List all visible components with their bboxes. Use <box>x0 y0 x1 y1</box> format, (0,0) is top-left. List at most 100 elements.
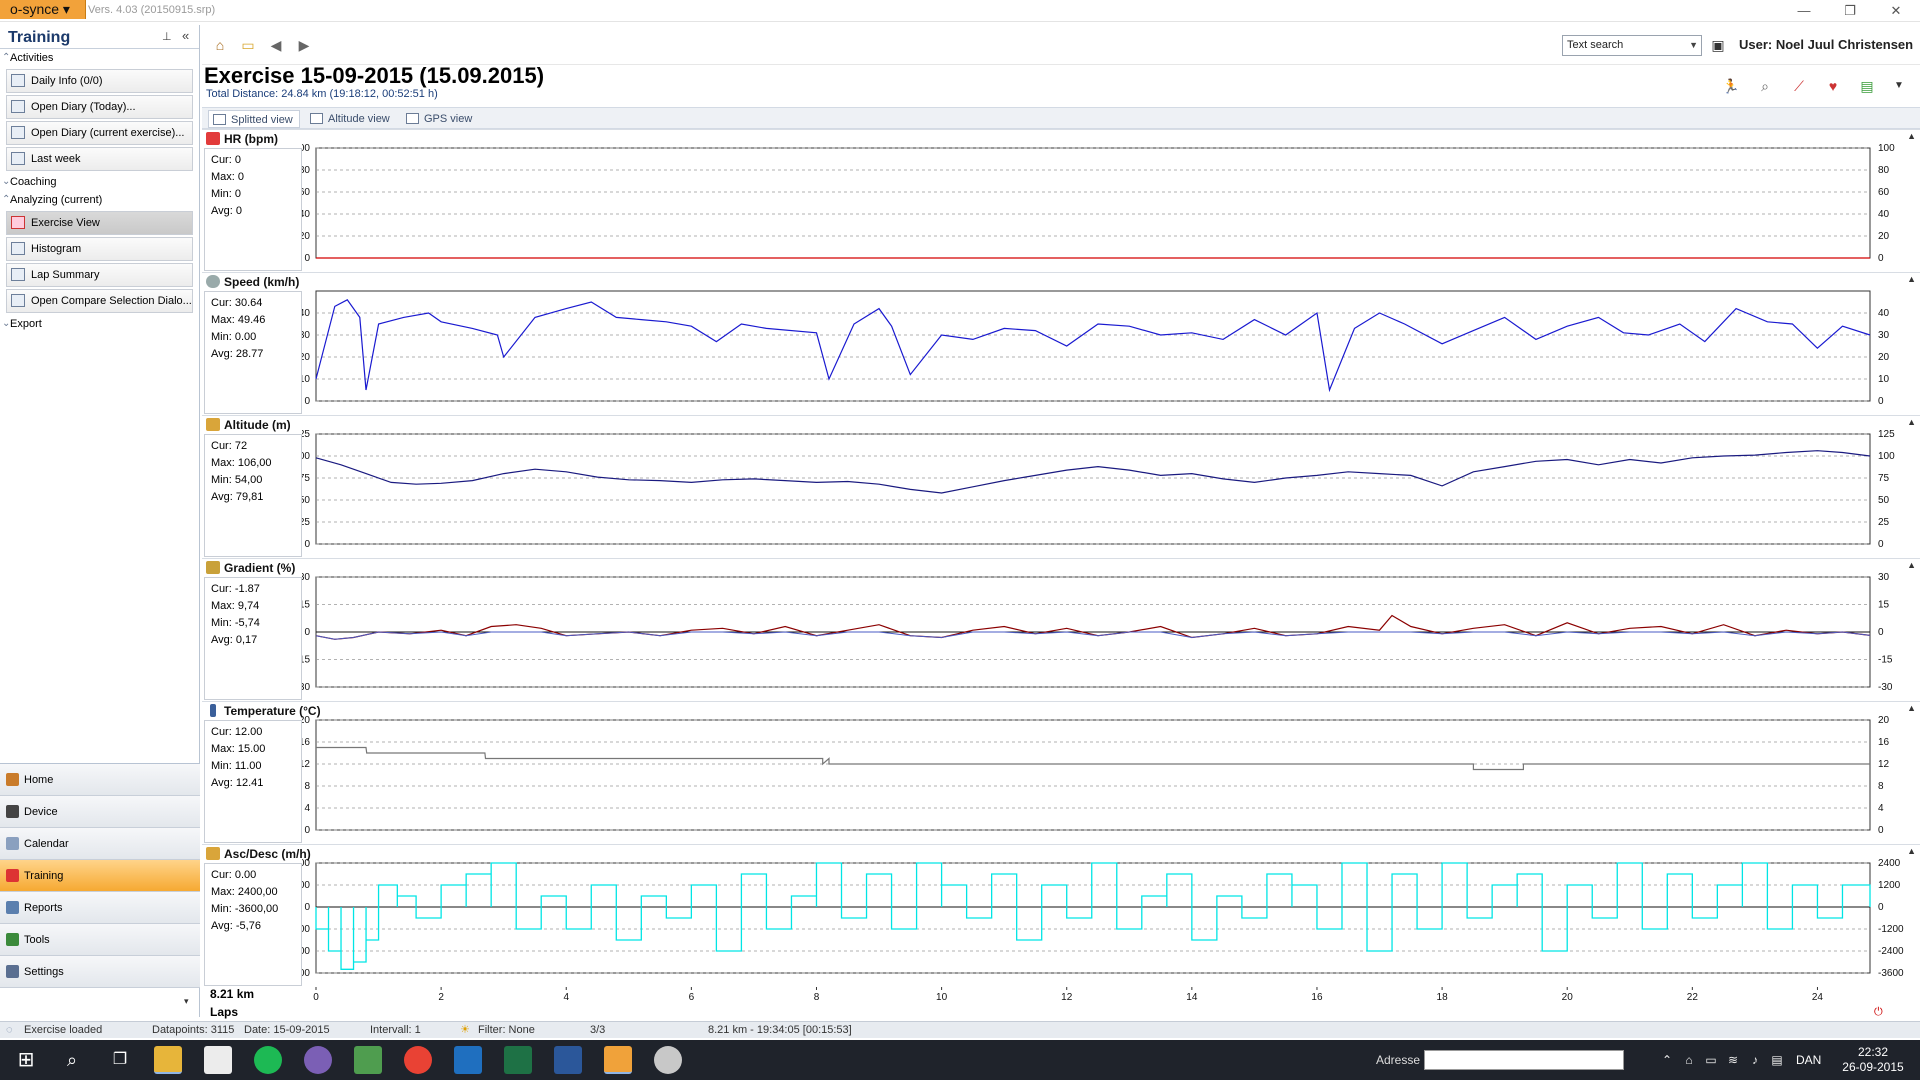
y-tick-label-left: 2400 <box>302 859 310 869</box>
collapse-arrow-icon[interactable]: ▲ <box>1907 846 1916 856</box>
o-synce-icon[interactable] <box>604 1046 632 1074</box>
stat-cur: Cur: 0 <box>211 154 241 166</box>
outlook-icon[interactable] <box>454 1046 482 1074</box>
y-tick-label-right: 30 <box>1878 573 1890 583</box>
asc-desc-chart[interactable]: -3600 -3600 -2400 -2400 -1200 -1200 0 0 1200 1200… <box>302 859 1918 988</box>
chart-line-icon[interactable]: ⟋ <box>1790 77 1808 95</box>
network-icon[interactable]: ⌂ <box>1682 1053 1696 1067</box>
section-analyzing[interactable]: ⌃ Analyzing (current) <box>0 191 199 209</box>
store-icon[interactable] <box>204 1046 232 1074</box>
search-dropdown[interactable]: Text search ▼ <box>1562 35 1702 56</box>
volume-icon[interactable]: ♪ <box>1748 1053 1762 1067</box>
section-export[interactable]: ⌄ Export <box>0 315 199 333</box>
address-input[interactable] <box>1424 1050 1624 1070</box>
collapse-arrow-icon[interactable]: ▲ <box>1907 274 1916 284</box>
close-button[interactable]: ✕ <box>1876 2 1916 20</box>
section-coaching[interactable]: ⌄ Coaching <box>0 173 199 191</box>
nav-settings[interactable]: Settings <box>0 956 200 988</box>
settings-icon <box>6 965 19 978</box>
nav-device[interactable]: Device <box>0 796 200 828</box>
speed-chart[interactable]: 0 0 10 10 20 20 30 30 40 40 <box>302 287 1918 416</box>
stat-avg: Avg: -5,76 <box>211 920 261 932</box>
collapse-arrow-icon[interactable]: ▲ <box>1907 560 1916 570</box>
spotify-icon[interactable] <box>254 1046 282 1074</box>
nav-home[interactable]: Home <box>0 764 200 796</box>
user-icon[interactable]: ▣ <box>1710 37 1726 53</box>
wifi-icon[interactable]: ≋ <box>1726 1053 1740 1067</box>
chrome-icon[interactable] <box>404 1046 432 1074</box>
power-icon[interactable]: ⏻ <box>1874 1006 1883 1019</box>
section-activities[interactable]: ⌃ Activities <box>0 49 199 67</box>
nav-reports[interactable]: Reports <box>0 892 200 924</box>
sidebar-item-daily-info[interactable]: Daily Info (0/0) <box>6 69 193 93</box>
battery-icon[interactable]: ▭ <box>1704 1053 1718 1067</box>
language-indicator[interactable]: DAN <box>1796 1053 1821 1067</box>
notification-icon[interactable]: ▤ <box>1770 1053 1784 1067</box>
graph-icon[interactable]: ▤ <box>1858 77 1876 95</box>
plot-frame <box>315 719 1871 831</box>
y-tick-label-left: 30 <box>302 330 310 341</box>
tab-altitude-view[interactable]: Altitude view <box>306 110 398 128</box>
stat-cur: Cur: 0.00 <box>211 869 257 881</box>
navigation-panel: Home Device Calendar Training Reports To… <box>0 763 200 1017</box>
collapse-arrow-icon[interactable]: ▲ <box>1907 703 1916 713</box>
clock[interactable]: 22:32 26-09-2015 <box>1838 1045 1908 1075</box>
app-icon[interactable] <box>654 1046 682 1074</box>
temperature-chart[interactable]: 0 0 4 4 8 8 12 12 16 16 20 20 <box>302 716 1918 845</box>
sidebar-item-last-week[interactable]: Last week <box>6 147 193 171</box>
zoom-icon[interactable]: ⌕ <box>1756 77 1774 95</box>
sidebar-item-histogram[interactable]: Histogram <box>6 237 193 261</box>
nav-calendar[interactable]: Calendar <box>0 828 200 860</box>
y-tick-label-right: 80 <box>1878 165 1890 176</box>
y-tick-label-left: 8 <box>304 781 310 792</box>
notepad-icon[interactable] <box>354 1046 382 1074</box>
chevron-up-icon[interactable]: ⌃ <box>1660 1053 1674 1067</box>
nav-overflow-icon[interactable]: ▾ <box>184 996 189 1007</box>
panel-title: Asc/Desc (m/h) <box>206 847 311 861</box>
hr-chart[interactable]: 0 0 20 20 40 40 60 60 80 80 100 100 <box>302 144 1918 273</box>
sidebar-item-open-diary-current[interactable]: Open Diary (current exercise)... <box>6 121 193 145</box>
sidebar-item-lap-summary[interactable]: Lap Summary <box>6 263 193 287</box>
nav-training[interactable]: Training <box>0 860 200 892</box>
word-icon[interactable] <box>554 1046 582 1074</box>
altitude-chart[interactable]: 0 0 25 25 50 50 75 75 100 100 125 125 <box>302 430 1918 559</box>
x-tick-label: 0 <box>313 992 319 1003</box>
task-view-icon[interactable]: ❐ <box>106 1046 134 1074</box>
status-bar: ◌ Exercise loaded Datapoints: 3115 Date:… <box>0 1021 1920 1038</box>
y-tick-label-right: 20 <box>1878 231 1890 242</box>
app-menu-button[interactable]: o-synce ▾ <box>0 0 86 19</box>
double-chevron-left-icon[interactable]: « <box>182 28 189 43</box>
gradient-chart[interactable]: -30 -30 -15 -15 0 0 15 15 30 30 <box>302 573 1918 702</box>
heart-icon[interactable]: ♥ <box>1824 77 1842 95</box>
y-tick-label-right: 100 <box>1878 144 1895 154</box>
viber-icon[interactable] <box>304 1046 332 1074</box>
runner-icon[interactable]: 🏃 <box>1722 77 1740 95</box>
stats-box: Cur: 30.64 Max: 49.46 Min: 0.00 Avg: 28.77 <box>204 291 302 414</box>
folder-icon[interactable]: ▭ <box>240 37 256 53</box>
back-arrow-icon[interactable]: ◀ <box>268 37 284 53</box>
sidebar-item-open-diary-today[interactable]: Open Diary (Today)... <box>6 95 193 119</box>
tab-splitted-view[interactable]: Splitted view <box>208 110 300 128</box>
nav-tools[interactable]: Tools <box>0 924 200 956</box>
collapse-arrow-icon[interactable]: ▲ <box>1907 417 1916 427</box>
maximize-button[interactable]: ❐ <box>1830 2 1870 20</box>
sidebar-item-compare[interactable]: Open Compare Selection Dialo... <box>6 289 193 313</box>
pin-icon[interactable]: ⊥ <box>162 30 172 43</box>
excel-icon[interactable] <box>504 1046 532 1074</box>
tab-gps-view[interactable]: GPS view <box>402 110 482 128</box>
stats-box: Cur: 0 Max: 0 Min: 0 Avg: 0 <box>204 148 302 271</box>
forward-arrow-icon[interactable]: ▶ <box>296 37 312 53</box>
x-tick-label: 8 <box>814 992 820 1003</box>
minimize-button[interactable]: — <box>1784 2 1824 20</box>
collapse-arrow-icon[interactable]: ▲ <box>1907 131 1916 141</box>
top-toolbar: ⌂ ▭ ◀ ▶ Text search ▼ ▣ User: Noel Juul C… <box>202 25 1920 65</box>
y-tick-label-left: 40 <box>302 209 310 220</box>
home-icon[interactable]: ⌂ <box>212 37 228 53</box>
windows-start-icon[interactable]: ⊞ <box>12 1046 40 1074</box>
file-explorer-icon[interactable] <box>154 1046 182 1074</box>
search-icon[interactable]: ⌕ <box>58 1046 86 1074</box>
sidebar-item-exercise-view[interactable]: Exercise View <box>6 211 193 235</box>
y-tick-label-left: 75 <box>302 473 310 484</box>
address-label: Adresse <box>1376 1053 1421 1067</box>
chevron-down-icon[interactable]: ▼ <box>1890 77 1908 95</box>
